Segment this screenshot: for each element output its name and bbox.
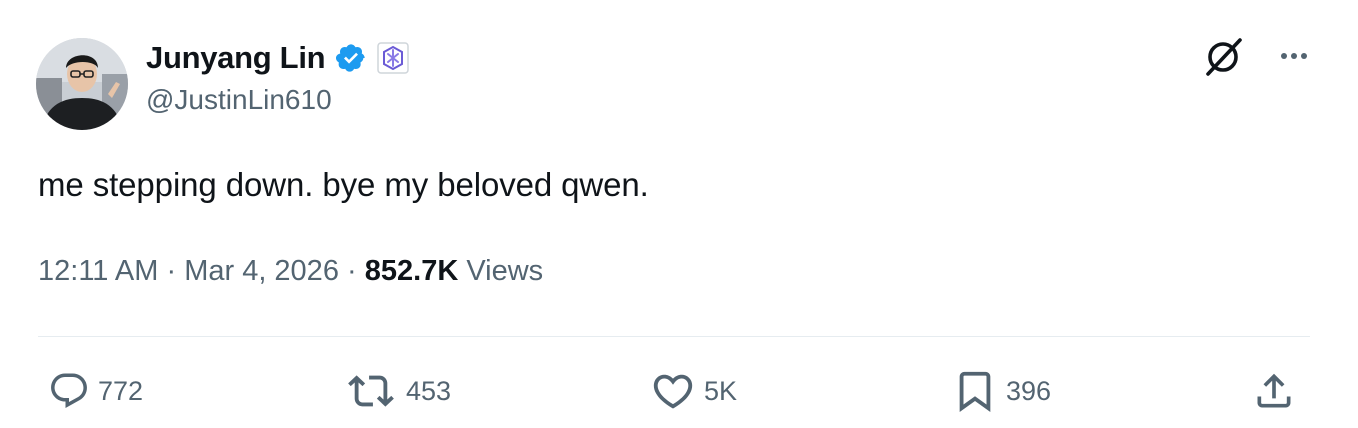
views-label: Views — [466, 255, 544, 287]
bookmark-icon — [959, 371, 991, 412]
tweet-text: me stepping down. bye my beloved qwen. — [38, 166, 649, 203]
reply-count: 772 — [98, 375, 144, 406]
share-button[interactable] — [1252, 368, 1296, 414]
avatar-image — [36, 38, 128, 130]
qwen-affiliate-logo-icon[interactable] — [377, 42, 410, 74]
avatar[interactable] — [36, 38, 128, 130]
more-icon[interactable] — [1280, 51, 1308, 61]
author-name-row: Junyang Lin — [146, 36, 410, 80]
bookmark-count: 396 — [1006, 375, 1052, 406]
tweet-meta: 12:11 AM · Mar 4, 2026 · 852.7K Views — [38, 255, 543, 288]
views-count: 852.7K — [364, 255, 459, 287]
bookmark-button[interactable]: 396 — [952, 368, 1051, 414]
tweet-time[interactable]: 12:11 AM — [38, 255, 158, 287]
repost-count: 453 — [406, 375, 452, 406]
like-button[interactable]: 5K — [650, 368, 737, 414]
author-handle[interactable]: @JustinLin610 — [146, 84, 332, 116]
like-count: 5K — [704, 375, 738, 406]
meta-separator: · — [347, 255, 357, 287]
meta-separator: · — [166, 255, 177, 287]
top-actions — [1202, 34, 1308, 78]
repost-button[interactable]: 453 — [344, 368, 451, 414]
repost-icon — [348, 375, 394, 407]
verified-badge-icon[interactable] — [335, 42, 367, 74]
tweet-date[interactable]: Mar 4, 2026 — [184, 255, 339, 287]
divider — [38, 336, 1310, 337]
heart-icon — [653, 374, 693, 409]
share-icon — [1257, 373, 1291, 408]
reply-button[interactable]: 772 — [48, 368, 143, 414]
reply-icon — [51, 373, 87, 408]
grok-icon[interactable] — [1202, 34, 1246, 78]
author-display-name[interactable]: Junyang Lin — [146, 40, 326, 76]
